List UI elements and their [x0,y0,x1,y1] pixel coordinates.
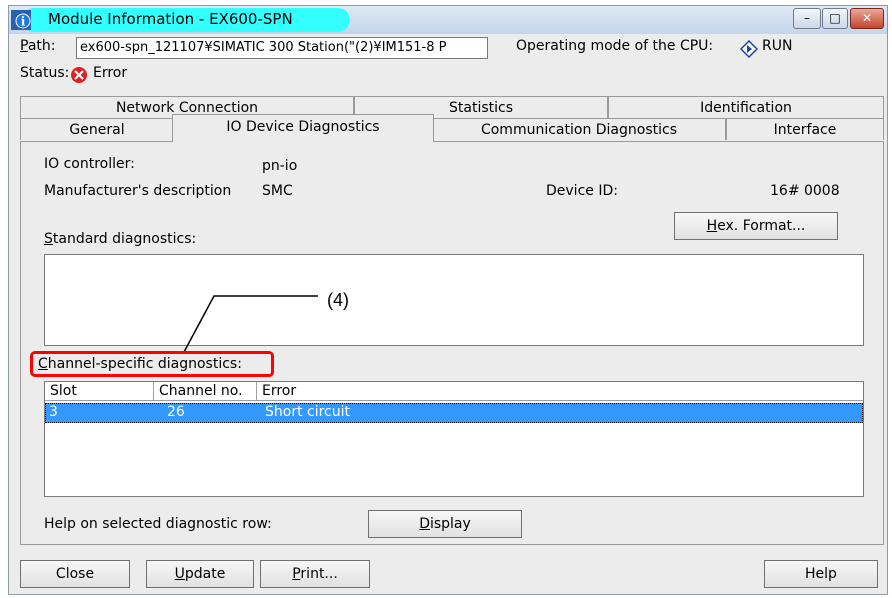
channel-diagnostics-label: Channel-specific diagnostics: [38,356,242,372]
status-value: Error [93,65,128,81]
display-button[interactable]: Display [368,510,522,538]
column-header-slot[interactable]: Slot [45,382,154,401]
manufacturer-value: SMC [262,183,293,199]
annotation-number: (4) [327,290,349,310]
column-header-channel[interactable]: Channel no. [154,382,257,401]
device-id-value: 16# 0008 [770,183,840,199]
path-label: Path: [20,38,56,54]
close-button[interactable]: Close [20,560,130,588]
io-controller-value: pn-io [262,158,298,174]
tab-identification[interactable]: Identification [608,96,884,118]
standard-diagnostics-list[interactable] [44,254,864,346]
table-row[interactable]: 3 26 Short circuit [45,403,863,423]
window-title: Module Information - EX600-SPN [48,10,293,28]
tab-io-device-diagnostics[interactable]: IO Device Diagnostics [172,114,434,142]
device-id-label: Device ID: [546,183,618,199]
channel-diagnostics-table[interactable]: Slot Channel no. Error 3 26 Short circui… [44,381,864,497]
io-controller-label: IO controller: [44,156,135,172]
module-info-icon: i [11,10,31,30]
hex-format-button[interactable]: Hex. Format... [674,212,838,240]
tab-interface[interactable]: Interface [726,118,884,140]
cpu-mode-value: RUN [762,38,793,54]
maximize-button[interactable]: □ [822,8,848,29]
tab-communication-diagnostics[interactable]: Communication Diagnostics [432,118,726,140]
svg-text:i: i [21,15,26,29]
row-slot: 3 [49,404,58,420]
status-label: Status: [20,65,70,81]
standard-diagnostics-label: Standard diagnostics: [44,231,197,247]
help-row-label: Help on selected diagnostic row: [44,516,272,532]
manufacturer-label: Manufacturer's description [44,183,232,199]
column-header-error[interactable]: Error [257,382,863,401]
update-button[interactable]: Update [146,560,254,588]
cpu-mode-label: Operating mode of the CPU: [516,38,714,54]
annotation-leader-line [183,295,318,353]
help-button[interactable]: Help [764,560,878,588]
close-window-button[interactable]: ✕ [850,8,884,29]
path-field[interactable]: ex600-spn_121107¥SIMATIC 300 Station("(2… [76,37,488,59]
tab-general[interactable]: General [20,118,174,140]
minimize-button[interactable]: – [793,8,821,29]
row-channel: 26 [167,404,185,420]
run-status-icon [740,40,758,58]
error-icon [71,67,87,83]
print-button[interactable]: Print... [260,560,370,588]
row-error: Short circuit [265,404,351,420]
